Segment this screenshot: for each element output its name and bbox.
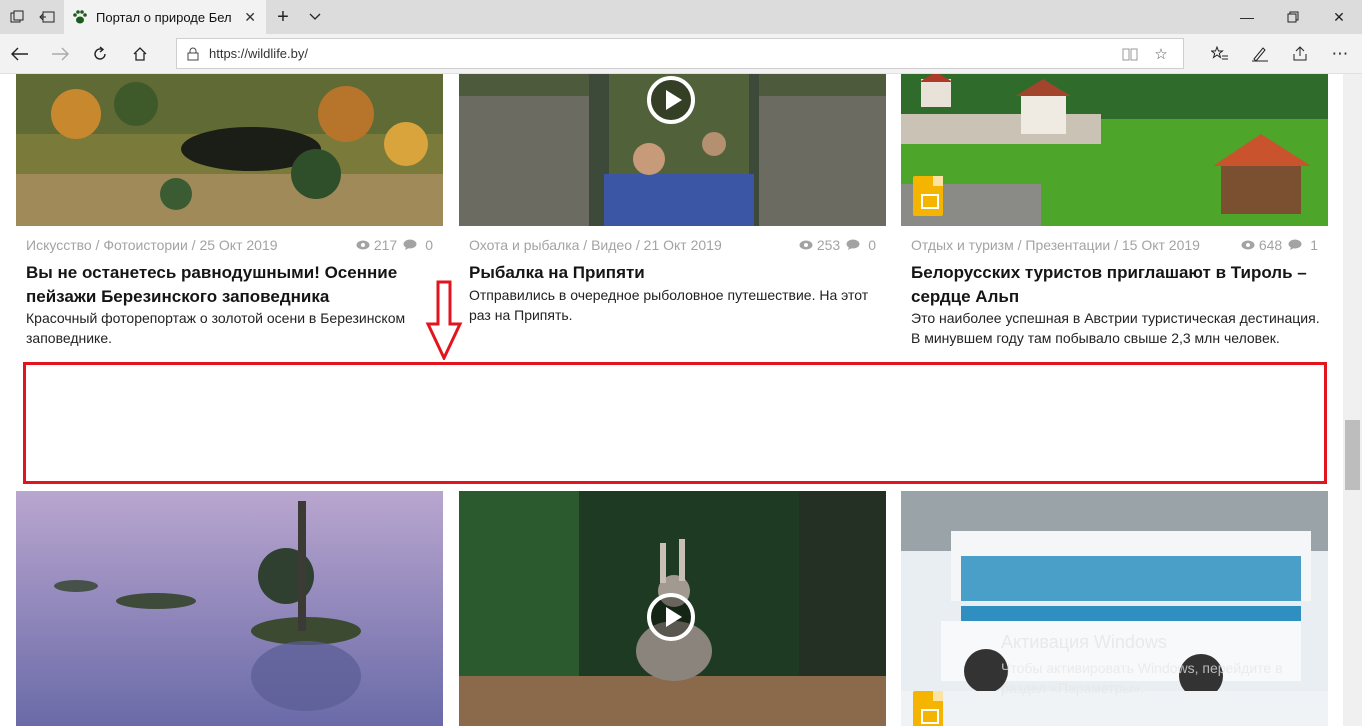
view-count: 253 [816, 237, 841, 253]
tab-actions-icon[interactable] [8, 8, 26, 26]
article-image[interactable] [459, 491, 886, 726]
scrollbar-thumb[interactable] [1345, 420, 1360, 490]
windows-activation-title: Активация Windows [1001, 632, 1167, 652]
article-title[interactable]: Рыбалка на Припяти [469, 261, 879, 285]
article-category[interactable]: Охота и рыбалка / Видео / 21 Окт 2019 [469, 237, 722, 253]
eye-icon [1241, 240, 1255, 250]
article-title[interactable]: Белорусских туристов приглашают в Тироль… [911, 261, 1321, 309]
chevron-down-icon[interactable] [306, 8, 324, 26]
presentation-icon [913, 176, 943, 216]
article-image[interactable] [16, 74, 443, 226]
back-icon[interactable] [8, 42, 32, 66]
article-title[interactable]: Вы не останетесь равнодушными! Осенние п… [26, 261, 436, 309]
refresh-icon[interactable] [88, 42, 112, 66]
set-tabs-aside-icon[interactable] [38, 8, 56, 26]
close-window-icon[interactable]: ✕ [1316, 0, 1362, 34]
comment-icon [403, 239, 417, 250]
page-content: Искусство / Фотоистории / 25 Окт 2019 21… [0, 74, 1343, 726]
favorite-star-icon[interactable]: ☆ [1151, 44, 1171, 64]
play-icon[interactable] [647, 76, 695, 124]
comment-count: 0 [425, 237, 433, 253]
empty-ad-placeholder [23, 362, 1327, 484]
tab-bar: Портал о природе Бел ✕ + — ✕ [0, 0, 1362, 34]
article-description: Отправились в очередное рыболовное путеш… [469, 287, 869, 323]
article-image[interactable] [459, 74, 886, 226]
eye-icon [799, 240, 813, 250]
article-description: Это наиболее успешная в Австрии туристич… [911, 310, 1320, 346]
article-meta: Отдых и туризм / Презентации / 15 Окт 20… [911, 237, 1318, 253]
reading-view-icon[interactable] [1120, 44, 1140, 64]
favorites-hub-icon[interactable] [1208, 42, 1232, 66]
article-category[interactable]: Искусство / Фотоистории / 25 Окт 2019 [26, 237, 278, 253]
article-image[interactable] [16, 491, 443, 726]
comment-icon [1288, 239, 1302, 250]
lock-icon [187, 47, 199, 60]
play-icon[interactable] [647, 593, 695, 641]
view-count: 648 [1258, 237, 1283, 253]
new-tab-icon[interactable]: + [274, 6, 292, 28]
eye-icon [356, 240, 370, 250]
forward-icon[interactable] [48, 42, 72, 66]
home-icon[interactable] [128, 42, 152, 66]
tab-active[interactable]: Портал о природе Бел ✕ [64, 0, 266, 34]
tab-title: Портал о природе Бел [96, 9, 232, 25]
article-description: Красочный фоторепортаж о золотой осени в… [26, 310, 406, 346]
article-meta: Охота и рыбалка / Видео / 21 Окт 2019 25… [469, 237, 876, 253]
pen-icon[interactable] [1248, 42, 1272, 66]
annotation-arrow-icon [425, 280, 463, 360]
presentation-icon [913, 691, 943, 726]
navigation-bar: https://wildlife.by/ ☆ ⋯ [0, 34, 1362, 74]
comment-icon [846, 239, 860, 250]
comment-count: 0 [868, 237, 876, 253]
url-text: https://wildlife.by/ [209, 46, 308, 61]
article-category[interactable]: Отдых и туризм / Презентации / 15 Окт 20… [911, 237, 1200, 253]
close-tab-icon[interactable]: ✕ [244, 9, 256, 26]
vertical-scrollbar[interactable] [1343, 74, 1362, 726]
view-count: 217 [373, 237, 398, 253]
share-icon[interactable] [1288, 42, 1312, 66]
article-meta: Искусство / Фотоистории / 25 Окт 2019 21… [26, 237, 433, 253]
article-image[interactable] [901, 74, 1328, 226]
restore-icon[interactable] [1270, 0, 1316, 34]
windows-activation-text: Чтобы активировать Windows, перейдите в … [1001, 660, 1283, 696]
paw-icon [73, 10, 87, 24]
comment-count: 1 [1310, 237, 1318, 253]
address-bar[interactable]: https://wildlife.by/ ☆ [176, 38, 1184, 69]
more-menu-icon[interactable]: ⋯ [1328, 42, 1352, 66]
minimize-icon[interactable]: — [1224, 0, 1270, 34]
